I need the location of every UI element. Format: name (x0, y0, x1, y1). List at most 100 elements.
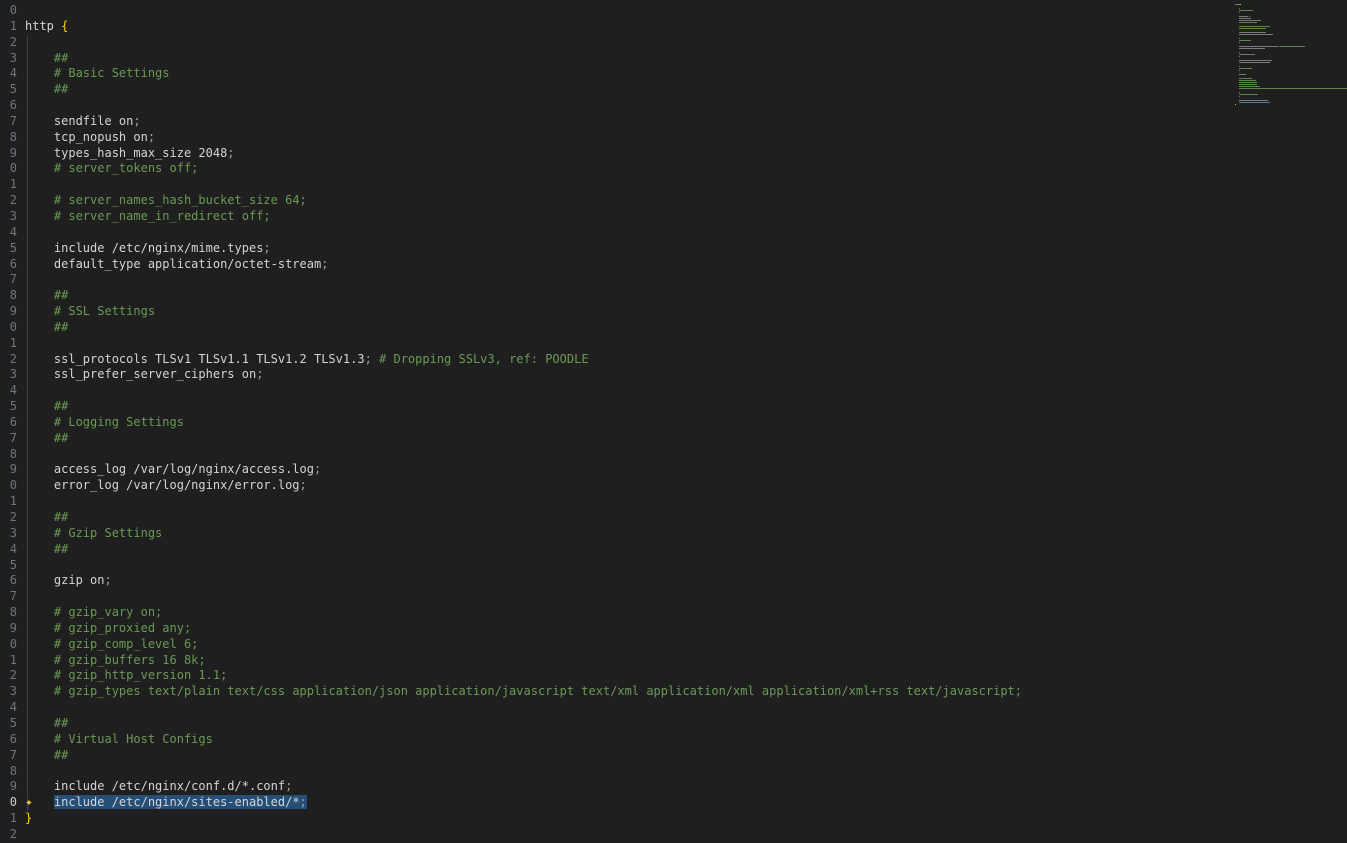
code-line[interactable]: # gzip_buffers 16 8k; (25, 652, 1227, 669)
code-editor[interactable]: 0123456789012345678901234567890123456789… (0, 0, 1347, 841)
code-token: types_hash_max_size 2048 (25, 145, 228, 160)
code-line[interactable]: http { (25, 19, 1227, 35)
code-line[interactable]: default_type application/octet-stream; (25, 256, 1227, 273)
code-line[interactable]: ## (25, 82, 1227, 99)
code-line[interactable]: ssl_protocols TLSv1 TLSv1.1 TLSv1.2 TLSv… (25, 351, 1227, 368)
minimap-mark (1238, 84, 1258, 85)
code-line[interactable]: # SSL Settings (25, 304, 1227, 320)
code-line[interactable]: sendfile on; (25, 113, 1227, 130)
code-line[interactable] (25, 827, 1227, 843)
code-token: default_type application/octet-stream (25, 256, 322, 271)
code-line[interactable]: ## (25, 50, 1227, 67)
code-line-text: ## (25, 288, 68, 304)
code-line-text: # Logging Settings (25, 415, 184, 431)
code-line-text: ## (25, 431, 68, 447)
code-line[interactable]: ## (25, 288, 1227, 305)
code-token: ## (53, 747, 69, 762)
code-line[interactable]: include /etc/nginx/sites-enabled/*; ✦ (25, 795, 1227, 812)
minimap-mark (1269, 102, 1271, 103)
code-line[interactable]: include /etc/nginx/mime.types; (25, 240, 1227, 257)
code-line[interactable]: types_hash_max_size 2048; (25, 145, 1227, 162)
code-token: ; (313, 462, 322, 477)
minimap-mark (1238, 18, 1251, 19)
minimap-mark (1238, 22, 1257, 23)
minimap-mark (1238, 54, 1255, 55)
code-token: ; (104, 573, 112, 588)
code-line[interactable]: gzip on; (25, 573, 1227, 590)
minimap[interactable] (1235, 0, 1347, 150)
code-line[interactable]: error_log /var/log/nginx/error.log; (25, 478, 1227, 495)
code-line[interactable]: # server_names_hash_bucket_size 64; (25, 193, 1227, 209)
sparkle-icon[interactable]: ✦ (25, 796, 39, 810)
minimap-mark (1248, 16, 1250, 17)
code-line[interactable]: ssl_prefer_server_ciphers on; (25, 367, 1227, 384)
code-line[interactable]: # Gzip Settings (25, 525, 1227, 542)
code-line[interactable]: include /etc/nginx/conf.d/*.conf; (25, 779, 1227, 796)
code-line[interactable] (25, 34, 1227, 51)
code-line-text: ## (25, 320, 68, 336)
code-line[interactable] (25, 700, 1227, 716)
code-line[interactable]: } (25, 811, 1227, 827)
code-line-text: ## (25, 399, 68, 415)
code-line[interactable]: ## (25, 715, 1227, 732)
code-line[interactable] (25, 98, 1227, 114)
minimap-mark (1238, 16, 1249, 17)
code-line[interactable] (25, 224, 1227, 241)
code-line[interactable]: # gzip_proxied any; (25, 620, 1227, 637)
code-line[interactable] (25, 177, 1227, 194)
indent-guide (27, 557, 28, 574)
code-line[interactable]: access_log /var/log/nginx/access.log; (25, 462, 1227, 479)
code-line[interactable]: tcp_nopush on; (25, 129, 1227, 146)
code-line[interactable] (25, 589, 1227, 606)
code-line[interactable] (25, 3, 1227, 19)
code-line[interactable] (25, 494, 1227, 510)
minimap-mark (1267, 100, 1269, 101)
code-line[interactable]: ## (25, 319, 1227, 336)
indent-guide (27, 335, 28, 352)
code-line[interactable]: # Logging Settings (25, 414, 1227, 431)
code-line[interactable] (25, 763, 1227, 780)
code-line[interactable]: ## (25, 747, 1227, 764)
code-line[interactable] (25, 383, 1227, 400)
code-line[interactable]: # gzip_http_version 1.1; (25, 668, 1227, 685)
code-line[interactable]: # gzip_vary on; (25, 605, 1227, 621)
code-token: # gzip_comp_level 6; (53, 636, 199, 651)
line-number: 2 (9, 510, 17, 524)
code-token: # gzip_vary on; (53, 605, 163, 620)
code-line-text: # gzip_vary on; (25, 605, 162, 621)
code-line[interactable]: # server_name_in_redirect off; (25, 208, 1227, 225)
code-line[interactable] (25, 557, 1227, 574)
code-line[interactable]: # gzip_types text/plain text/css applica… (25, 684, 1227, 701)
code-line[interactable]: ## (25, 430, 1227, 447)
line-number: 1 (9, 177, 17, 192)
minimap-mark (1238, 48, 1264, 49)
indent-guide (27, 383, 28, 400)
line-number: 7 (9, 430, 17, 445)
minimap-mark (1238, 68, 1253, 69)
code-token: ; (147, 129, 156, 144)
code-line[interactable] (25, 335, 1227, 352)
code-line[interactable]: # gzip_comp_level 6; (25, 636, 1227, 653)
code-line-text: } (25, 811, 32, 827)
code-token: # gzip_proxied any; (53, 620, 192, 635)
line-number: 5 (9, 399, 17, 414)
code-content[interactable]: http { ## # Basic Settings ## sendfile o… (25, 3, 1227, 843)
code-line[interactable]: ## (25, 541, 1227, 558)
code-line-text: ## (25, 748, 68, 764)
code-line[interactable] (25, 446, 1227, 463)
line-number: 4 (9, 700, 17, 715)
code-line[interactable]: # server_tokens off; (25, 161, 1227, 178)
code-line[interactable]: # Basic Settings (25, 66, 1227, 83)
line-number: 5 (9, 82, 17, 97)
code-line[interactable] (25, 272, 1227, 289)
code-line-text: # server_tokens off; (25, 161, 199, 177)
code-line[interactable]: # Virtual Host Configs (25, 731, 1227, 748)
minimap-mark (1238, 94, 1259, 95)
code-line[interactable]: ## (25, 399, 1227, 415)
line-number: 8 (9, 605, 17, 620)
code-line[interactable]: ## (25, 510, 1227, 526)
